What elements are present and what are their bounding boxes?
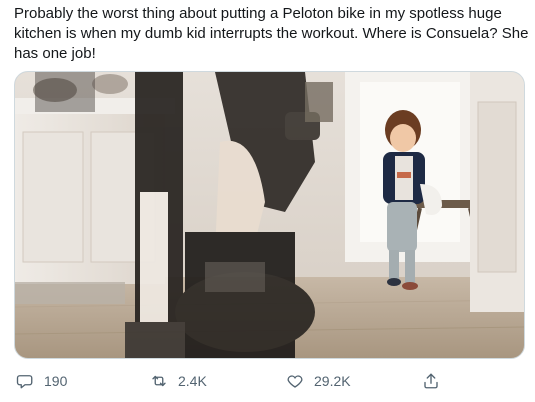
retweet-button[interactable]: 2.4K	[150, 370, 207, 392]
heart-icon	[286, 372, 304, 390]
retweet-icon	[150, 372, 168, 390]
share-button[interactable]	[422, 370, 440, 392]
tweet-text: Probably the worst thing about putting a…	[14, 5, 529, 62]
tweet-media-image[interactable]	[14, 71, 525, 359]
retweet-count: 2.4K	[178, 373, 207, 389]
video-still-scene	[15, 72, 524, 358]
like-button[interactable]: 29.2K	[286, 370, 351, 392]
tweet-action-bar: 190 2.4K 29.2K	[14, 370, 514, 392]
reply-icon	[16, 372, 34, 390]
reply-button[interactable]: 190	[16, 370, 67, 392]
like-count: 29.2K	[314, 373, 351, 389]
reply-count: 190	[44, 373, 68, 389]
share-icon	[422, 372, 440, 390]
